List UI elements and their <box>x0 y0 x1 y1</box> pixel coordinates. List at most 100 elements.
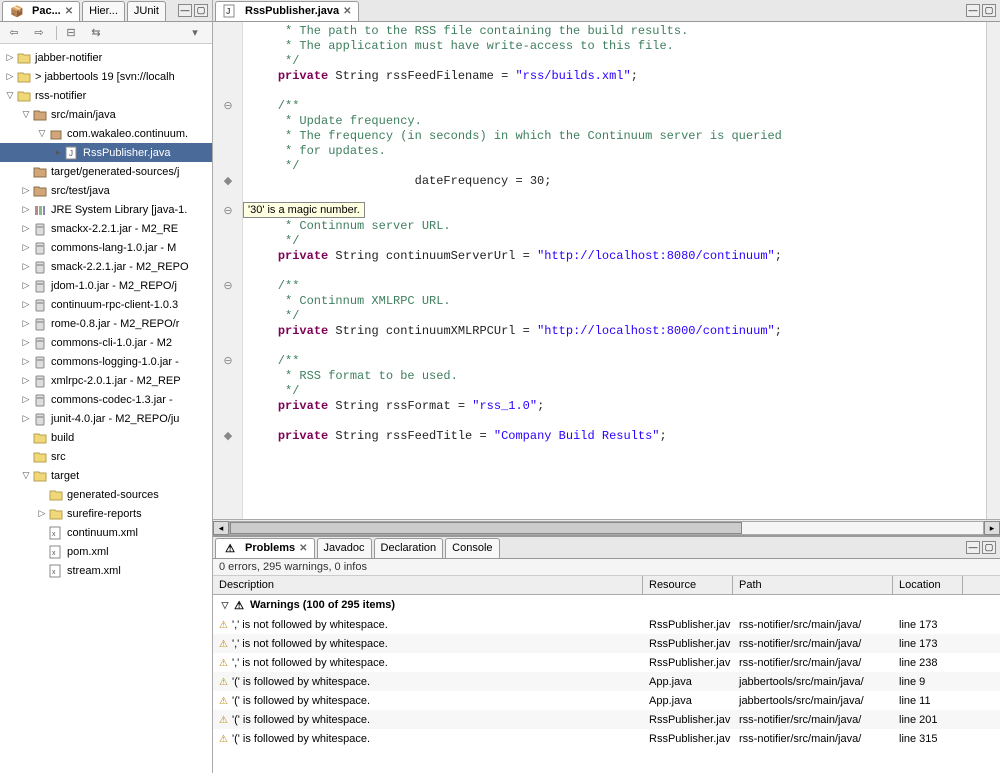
expand-icon[interactable]: ▸ <box>52 147 64 158</box>
tab-hierarchy[interactable]: Hier... <box>82 1 125 21</box>
tree-item[interactable]: ▷surefire-reports <box>0 504 212 523</box>
problem-row[interactable]: ⚠'(' is followed by whitespace.RssPublis… <box>213 710 1000 729</box>
problem-row[interactable]: ⚠',' is not followed by whitespace.RssPu… <box>213 653 1000 672</box>
expand-icon[interactable]: ▷ <box>20 318 32 329</box>
tree-item[interactable]: ▽rss-notifier <box>0 86 212 105</box>
maximize-button[interactable]: ▢ <box>194 4 208 17</box>
tree-item[interactable]: ▷smack-2.2.1.jar - M2_REPO <box>0 257 212 276</box>
expand-icon[interactable]: ▽ <box>20 470 32 481</box>
expand-icon[interactable]: ▷ <box>20 413 32 424</box>
scroll-thumb[interactable] <box>230 522 742 534</box>
tree-item[interactable]: build <box>0 428 212 447</box>
gutter-marker[interactable]: ⊖ <box>221 204 235 218</box>
gutter-marker[interactable]: ⊖ <box>221 279 235 293</box>
expand-icon[interactable]: ▷ <box>4 71 16 82</box>
editor-tab-rsspublisher[interactable]: J RssPublisher.java ✕ <box>215 1 359 21</box>
tree-item[interactable]: ▽com.wakaleo.continuum. <box>0 124 212 143</box>
problem-row[interactable]: ⚠'(' is followed by whitespace.RssPublis… <box>213 729 1000 748</box>
tree-item[interactable]: ▽src/main/java <box>0 105 212 124</box>
tree-item[interactable]: ▷junit-4.0.jar - M2_REPO/ju <box>0 409 212 428</box>
scroll-left-icon[interactable]: ◂ <box>213 521 229 535</box>
gutter-marker[interactable]: ◆ <box>221 429 235 443</box>
minimize-button[interactable]: — <box>966 541 980 554</box>
problem-row[interactable]: ⚠',' is not followed by whitespace.RssPu… <box>213 634 1000 653</box>
problem-row[interactable]: ⚠'(' is followed by whitespace.App.javaj… <box>213 672 1000 691</box>
expand-icon[interactable]: ▷ <box>20 280 32 291</box>
tree-item[interactable]: ▷smackx-2.2.1.jar - M2_RE <box>0 219 212 238</box>
tree-item[interactable]: target/generated-sources/j <box>0 162 212 181</box>
tab-console[interactable]: Console <box>445 538 499 558</box>
tree-item[interactable]: ▷rome-0.8.jar - M2_REPO/r <box>0 314 212 333</box>
editor-gutter[interactable]: ⊖ ◆ ⊖ ⊖ ⊖ ◆ <box>213 22 243 519</box>
scroll-track[interactable] <box>229 521 984 535</box>
tab-declaration[interactable]: Declaration <box>374 538 444 558</box>
column-description[interactable]: Description <box>213 576 643 594</box>
expand-icon[interactable]: ▷ <box>36 508 48 519</box>
expand-icon[interactable]: ▽ <box>4 90 16 101</box>
overview-ruler[interactable] <box>986 22 1000 519</box>
link-editor-icon[interactable]: ⇆ <box>88 25 104 41</box>
gutter-marker[interactable]: ◆ <box>221 174 235 188</box>
gutter-marker[interactable]: ⊖ <box>221 354 235 368</box>
tree-item[interactable]: src <box>0 447 212 466</box>
tree-item[interactable]: generated-sources <box>0 485 212 504</box>
scroll-right-icon[interactable]: ▸ <box>984 521 1000 535</box>
tab-package-explorer[interactable]: 📦 Pac... ✕ <box>2 1 80 21</box>
gutter-marker[interactable]: ⊖ <box>221 99 235 113</box>
tab-junit[interactable]: JUnit <box>127 1 166 21</box>
tree-item[interactable]: ▽target <box>0 466 212 485</box>
view-menu-icon[interactable]: ▾ <box>187 25 203 41</box>
minimize-button[interactable]: — <box>178 4 192 17</box>
tab-problems[interactable]: ⚠ Problems ✕ <box>215 538 315 558</box>
tree-item[interactable]: ▷commons-codec-1.3.jar - <box>0 390 212 409</box>
tree-item[interactable]: ▷commons-cli-1.0.jar - M2 <box>0 333 212 352</box>
package-tree[interactable]: ▷jabber-notifier▷> jabbertools 19 [svn:/… <box>0 44 212 773</box>
expand-icon[interactable]: ▷ <box>4 52 16 63</box>
tree-item[interactable]: xstream.xml <box>0 561 212 580</box>
expand-icon[interactable]: ▷ <box>20 299 32 310</box>
tree-item[interactable]: ▷xmlrpc-2.0.1.jar - M2_REP <box>0 371 212 390</box>
tree-item[interactable]: ▸JRssPublisher.java <box>0 143 212 162</box>
close-icon[interactable]: ✕ <box>299 543 307 554</box>
expand-icon[interactable]: ▷ <box>20 375 32 386</box>
expand-icon[interactable]: ▽ <box>219 600 231 611</box>
forward-icon[interactable]: ⇨ <box>31 25 47 41</box>
tree-item[interactable]: xcontinuum.xml <box>0 523 212 542</box>
tree-item[interactable]: ▷commons-lang-1.0.jar - M <box>0 238 212 257</box>
maximize-button[interactable]: ▢ <box>982 541 996 554</box>
horizontal-scrollbar[interactable]: ◂ ▸ <box>213 519 1000 535</box>
expand-icon[interactable]: ▷ <box>20 204 32 215</box>
problem-row[interactable]: ⚠'(' is followed by whitespace.App.javaj… <box>213 691 1000 710</box>
column-path[interactable]: Path <box>733 576 893 594</box>
tree-item[interactable]: ▷jdom-1.0.jar - M2_REPO/j <box>0 276 212 295</box>
tree-item[interactable]: ▷commons-logging-1.0.jar - <box>0 352 212 371</box>
column-location[interactable]: Location <box>893 576 963 594</box>
tree-item[interactable]: ▷continuum-rpc-client-1.0.3 <box>0 295 212 314</box>
expand-icon[interactable]: ▷ <box>20 261 32 272</box>
problems-table[interactable]: Description Resource Path Location ▽ ⚠ W… <box>213 576 1000 773</box>
column-resource[interactable]: Resource <box>643 576 733 594</box>
expand-icon[interactable]: ▷ <box>20 337 32 348</box>
tree-item[interactable]: ▷> jabbertools 19 [svn://localh <box>0 67 212 86</box>
tree-item[interactable]: ▷src/test/java <box>0 181 212 200</box>
code-editor[interactable]: ⊖ ◆ ⊖ ⊖ ⊖ ◆ * The path to the RSS file contai… <box>213 22 1000 519</box>
expand-icon[interactable]: ▽ <box>20 109 32 120</box>
collapse-all-icon[interactable]: ⊟ <box>63 25 79 41</box>
close-icon[interactable]: ✕ <box>65 6 73 17</box>
tab-javadoc[interactable]: Javadoc <box>317 538 372 558</box>
tree-item[interactable]: xpom.xml <box>0 542 212 561</box>
expand-icon[interactable]: ▽ <box>36 128 48 139</box>
close-icon[interactable]: ✕ <box>343 6 351 17</box>
maximize-button[interactable]: ▢ <box>982 4 996 17</box>
expand-icon[interactable]: ▷ <box>20 242 32 253</box>
tree-item[interactable]: ▷JRE System Library [java-1. <box>0 200 212 219</box>
expand-icon[interactable]: ▷ <box>20 356 32 367</box>
expand-icon[interactable]: ▷ <box>20 185 32 196</box>
expand-icon[interactable]: ▷ <box>20 223 32 234</box>
problem-row[interactable]: ⚠',' is not followed by whitespace.RssPu… <box>213 615 1000 634</box>
expand-icon[interactable]: ▷ <box>20 394 32 405</box>
code-content[interactable]: * The path to the RSS file containing th… <box>243 22 986 519</box>
minimize-button[interactable]: — <box>966 4 980 17</box>
warnings-group[interactable]: ▽ ⚠ Warnings (100 of 295 items) <box>213 595 1000 615</box>
tree-item[interactable]: ▷jabber-notifier <box>0 48 212 67</box>
